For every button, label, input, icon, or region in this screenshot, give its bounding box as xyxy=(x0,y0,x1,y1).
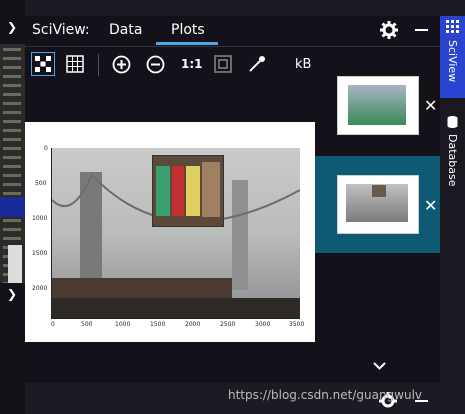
tab-data[interactable]: Data xyxy=(109,22,142,38)
image-size-label: kB xyxy=(295,57,312,72)
tab-plots[interactable]: Plots xyxy=(171,22,205,38)
y-tick: 2000 xyxy=(32,285,48,292)
x-tick: 0 xyxy=(51,321,55,328)
grid-icon[interactable] xyxy=(31,52,55,76)
sidebar-tab-label: Database xyxy=(446,134,459,187)
sciview-label: SciView: xyxy=(32,22,90,38)
minimize-icon[interactable] xyxy=(415,29,428,31)
toolbar-divider xyxy=(98,54,99,76)
left-code-strip: ❯ ❯ xyxy=(0,0,25,414)
close-icon[interactable]: ✕ xyxy=(424,96,437,115)
plot-building-shadow xyxy=(52,298,300,318)
x-tick: 2000 xyxy=(185,321,201,328)
x-tick: 500 xyxy=(81,321,93,328)
left-strip-header: ❯ xyxy=(0,0,25,44)
x-tick: 3000 xyxy=(255,321,271,328)
zoom-in-icon[interactable] xyxy=(112,55,131,74)
selection-highlight xyxy=(0,197,25,217)
plot-thumbnail-selected[interactable] xyxy=(337,175,419,234)
watermark-text: https://blog.csdn.net/guangwulv xyxy=(228,388,423,402)
scroll-thumb[interactable] xyxy=(8,245,22,285)
y-tick: 0 xyxy=(44,145,48,152)
chevron-down-icon[interactable] xyxy=(373,362,386,370)
plot-thumbnail[interactable] xyxy=(337,76,419,135)
y-tick: 1500 xyxy=(32,250,48,257)
sciview-tabbar: SciView: Data Plots xyxy=(25,16,440,47)
zoom-out-icon[interactable] xyxy=(146,55,165,74)
database-icon xyxy=(447,116,458,128)
sidebar-tab-label: SciView xyxy=(446,40,459,83)
chevron-icon[interactable]: ❯ xyxy=(7,287,17,301)
x-tick: 3500 xyxy=(289,321,305,328)
inset-image xyxy=(152,155,224,227)
active-tab-indicator xyxy=(156,42,218,45)
y-tick: 1000 xyxy=(32,215,48,222)
actual-size-icon[interactable]: 1:1 xyxy=(181,57,203,71)
left-strip-footer: ❯ xyxy=(0,283,25,414)
x-tick: 2500 xyxy=(220,321,236,328)
sidebar-tab-database[interactable]: Database xyxy=(440,112,465,197)
y-axis xyxy=(51,148,52,318)
chevron-icon[interactable]: ❯ xyxy=(7,20,17,34)
color-picker-icon[interactable] xyxy=(247,54,267,74)
sciview-icon xyxy=(446,20,459,33)
x-tick: 1500 xyxy=(150,321,166,328)
table-grid-icon[interactable] xyxy=(66,55,84,73)
x-tick: 1000 xyxy=(115,321,131,328)
gear-icon[interactable] xyxy=(380,21,398,39)
fit-icon[interactable] xyxy=(214,55,232,73)
y-tick: 500 xyxy=(35,180,47,187)
close-icon[interactable]: ✕ xyxy=(424,196,437,215)
sidebar-tab-sciview[interactable]: SciView xyxy=(440,16,465,98)
x-axis xyxy=(51,318,300,319)
